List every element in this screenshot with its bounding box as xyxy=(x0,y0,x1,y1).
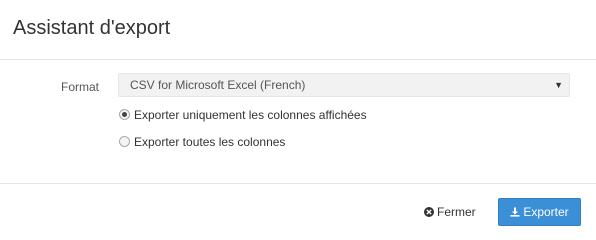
dialog-header: Assistant d'export xyxy=(0,0,596,60)
radio-button[interactable] xyxy=(119,136,130,147)
format-select-value: CSV for Microsoft Excel (French) xyxy=(130,78,306,92)
dialog-body: Format CSV for Microsoft Excel (French) … xyxy=(0,60,596,183)
times-circle-icon xyxy=(424,207,434,217)
radio-button-checked[interactable] xyxy=(119,109,130,120)
dialog-footer: Fermer Exporter xyxy=(0,183,596,238)
format-label: Format xyxy=(60,80,99,94)
export-button[interactable]: Exporter xyxy=(498,198,581,226)
close-button[interactable]: Fermer xyxy=(424,199,476,225)
export-dialog: Assistant d'export Format CSV for Micros… xyxy=(0,0,596,238)
export-button-label: Exporter xyxy=(523,205,569,219)
radio-label: Exporter toutes les colonnes xyxy=(134,135,286,149)
format-select[interactable]: CSV for Microsoft Excel (French) ▼ xyxy=(118,73,570,97)
radio-label: Exporter uniquement les colonnes affiché… xyxy=(134,108,367,122)
close-button-label: Fermer xyxy=(437,205,476,219)
download-icon xyxy=(510,207,520,217)
dialog-title: Assistant d'export xyxy=(13,17,171,39)
caret-down-icon: ▼ xyxy=(554,80,563,90)
